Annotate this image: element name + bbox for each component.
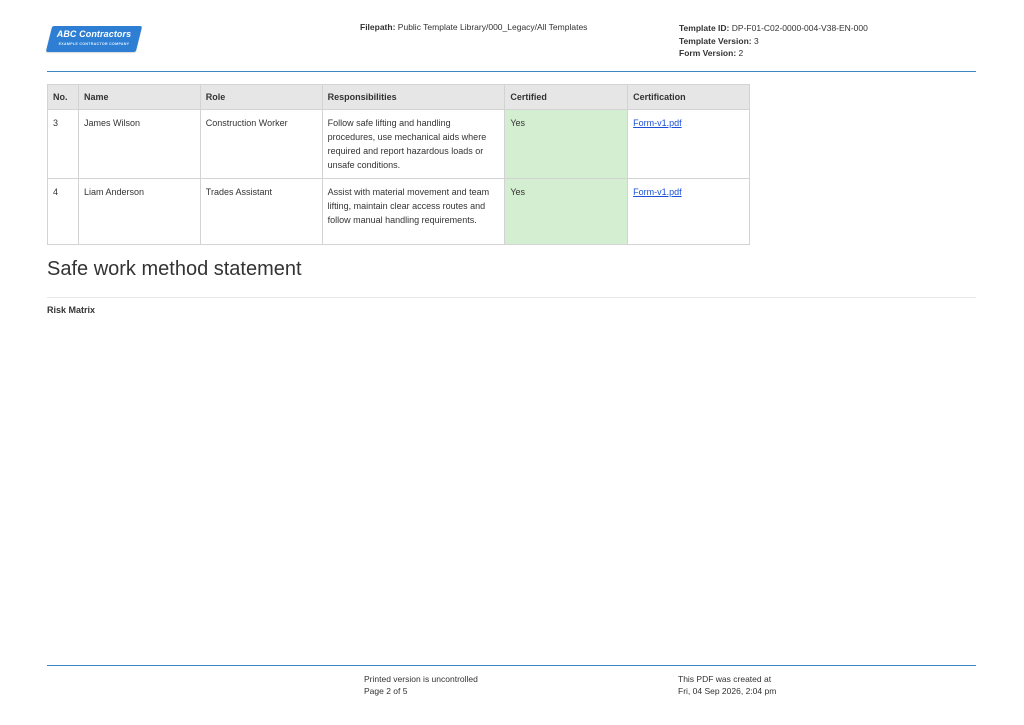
row-number: 3	[47, 109, 79, 179]
created-label: This PDF was created at	[678, 674, 772, 684]
template-id: Template ID: DP-F01-C02-0000-004-V38-EN-…	[679, 22, 868, 35]
template-version-label: Template Version:	[679, 35, 752, 46]
footer-divider	[47, 665, 976, 666]
row-number: 4	[47, 178, 79, 245]
header-divider	[47, 71, 976, 72]
row-role: Trades Assistant	[199, 178, 323, 245]
form-version: Form Version: 2	[679, 47, 868, 60]
footer-created-info: This PDF was created at Fri, 04 Sep 2026…	[678, 673, 776, 697]
row-certified: Yes	[504, 178, 629, 245]
row-responsibilities: Follow safe lifting and handling procedu…	[321, 109, 506, 179]
table-header-row: No. Name Role Responsibilities Certified…	[47, 84, 750, 110]
template-version: Template Version: 3	[679, 35, 868, 48]
page-number: Page 2 of 5	[364, 686, 408, 696]
created-timestamp: Fri, 04 Sep 2026, 2:04 pm	[678, 686, 777, 696]
certification-file-link[interactable]: Form-v1.pdf	[633, 118, 682, 128]
uncontrolled-notice: Printed version is uncontrolled	[364, 674, 478, 684]
column-header-certification: Certification	[627, 84, 750, 110]
column-header-responsibilities: Responsibilities	[321, 84, 506, 110]
filepath-label: Filepath:	[360, 22, 396, 32]
logo-subtitle: EXAMPLE CONTRACTOR COMPANY	[58, 42, 130, 46]
row-certified: Yes	[504, 109, 629, 179]
column-header-name: Name	[77, 84, 201, 110]
row-name: Liam Anderson	[77, 178, 201, 245]
form-version-label: Form Version:	[679, 48, 737, 58]
section-divider	[47, 297, 976, 298]
row-name: James Wilson	[77, 109, 201, 179]
form-version-value: 2	[738, 48, 744, 58]
row-role: Construction Worker	[199, 109, 323, 179]
template-version-value: 3	[753, 35, 759, 46]
template-id-label: Template ID:	[679, 23, 730, 33]
section-title: Safe work method statement	[47, 258, 302, 280]
table-row: 4 Liam Anderson Trades Assistant Assist …	[47, 178, 750, 245]
template-id-value: DP-F01-C02-0000-004-V38-EN-000	[731, 23, 868, 33]
footer-print-info: Printed version is uncontrolled Page 2 o…	[364, 673, 478, 697]
row-responsibilities: Assist with material movement and team l…	[321, 178, 506, 245]
template-meta: Template ID: DP-F01-C02-0000-004-V38-EN-…	[679, 22, 868, 60]
row-certification: Form-v1.pdf	[627, 109, 750, 179]
row-certification: Form-v1.pdf	[627, 178, 750, 245]
certification-file-link[interactable]: Form-v1.pdf	[633, 187, 682, 197]
filepath: Filepath: Public Template Library/000_Le…	[360, 22, 587, 32]
column-header-certified: Certified	[504, 84, 629, 110]
company-logo: ABC Contractors EXAMPLE CONTRACTOR COMPA…	[45, 26, 143, 52]
table-row: 3 James Wilson Construction Worker Follo…	[47, 109, 750, 179]
risk-matrix-label: Risk Matrix	[47, 305, 96, 315]
filepath-value: Public Template Library/000_Legacy/All T…	[397, 22, 588, 32]
page-header: ABC Contractors EXAMPLE CONTRACTOR COMPA…	[45, 22, 976, 72]
column-header-no: No.	[47, 84, 79, 110]
logo-title: ABC Contractors	[56, 29, 132, 39]
column-header-role: Role	[199, 84, 323, 110]
personnel-table: No. Name Role Responsibilities Certified…	[47, 84, 750, 245]
